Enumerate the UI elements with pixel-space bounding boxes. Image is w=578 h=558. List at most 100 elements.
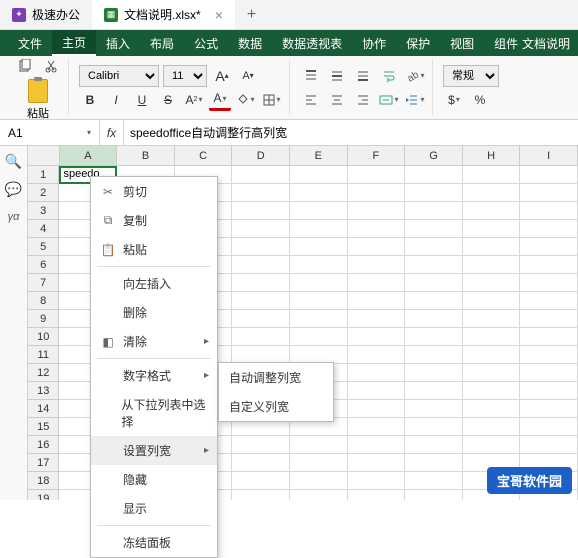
- row-header[interactable]: 4: [28, 220, 59, 238]
- col-header-e[interactable]: E: [290, 146, 348, 166]
- cell[interactable]: [290, 274, 348, 292]
- align-center-button[interactable]: [326, 89, 348, 111]
- cell[interactable]: [463, 220, 521, 238]
- cell[interactable]: [232, 436, 290, 454]
- cell[interactable]: [348, 346, 406, 364]
- ctx-custom-col-width[interactable]: 自定义列宽: [219, 392, 333, 421]
- new-tab-button[interactable]: +: [235, 6, 268, 24]
- align-top-button[interactable]: [300, 65, 322, 87]
- cell[interactable]: [520, 220, 578, 238]
- cell[interactable]: [348, 472, 406, 490]
- row-header[interactable]: 7: [28, 274, 59, 292]
- cell[interactable]: [520, 310, 578, 328]
- cell[interactable]: [405, 166, 463, 184]
- fx-icon[interactable]: fx: [100, 120, 124, 145]
- row-header[interactable]: 14: [28, 400, 59, 418]
- merge-button[interactable]: ▾: [378, 89, 400, 111]
- menu-collab[interactable]: 协作: [352, 30, 396, 56]
- cell[interactable]: [290, 184, 348, 202]
- cell[interactable]: [290, 310, 348, 328]
- cell[interactable]: [290, 166, 348, 184]
- percent-button[interactable]: %: [469, 89, 491, 111]
- menu-pivot[interactable]: 数据透视表: [272, 30, 352, 56]
- cell[interactable]: [463, 346, 521, 364]
- font-size-select[interactable]: 11: [163, 65, 207, 87]
- cell[interactable]: [348, 274, 406, 292]
- cell[interactable]: [520, 184, 578, 202]
- cell[interactable]: [463, 166, 521, 184]
- ctx-clear[interactable]: ◧清除▸: [91, 327, 217, 356]
- cell[interactable]: [348, 418, 406, 436]
- cell[interactable]: [520, 346, 578, 364]
- cell[interactable]: [290, 472, 348, 490]
- cell[interactable]: [463, 328, 521, 346]
- cell[interactable]: [463, 238, 521, 256]
- cell[interactable]: [405, 418, 463, 436]
- row-header[interactable]: 11: [28, 346, 59, 364]
- search-icon[interactable]: 🔍: [5, 152, 23, 170]
- cell[interactable]: [232, 166, 290, 184]
- cell[interactable]: [520, 382, 578, 400]
- ctx-set-col-width[interactable]: 设置列宽▸: [91, 436, 217, 465]
- cell[interactable]: [405, 238, 463, 256]
- col-header-i[interactable]: I: [520, 146, 578, 166]
- menu-formula[interactable]: 公式: [184, 30, 228, 56]
- cell[interactable]: [348, 328, 406, 346]
- row-header[interactable]: 1: [28, 166, 59, 184]
- cell[interactable]: [463, 256, 521, 274]
- cell[interactable]: [348, 490, 406, 500]
- menu-data[interactable]: 数据: [228, 30, 272, 56]
- cell[interactable]: [290, 490, 348, 500]
- ctx-delete[interactable]: 删除: [91, 298, 217, 327]
- cell[interactable]: [405, 328, 463, 346]
- cell[interactable]: [405, 382, 463, 400]
- ctx-show[interactable]: 显示: [91, 494, 217, 523]
- cell[interactable]: [405, 346, 463, 364]
- row-header[interactable]: 10: [28, 328, 59, 346]
- row-header[interactable]: 15: [28, 418, 59, 436]
- cell[interactable]: [463, 274, 521, 292]
- cell[interactable]: [232, 310, 290, 328]
- currency-button[interactable]: $▾: [443, 89, 465, 111]
- cell[interactable]: [232, 490, 290, 500]
- col-header-b[interactable]: B: [117, 146, 175, 166]
- cell[interactable]: [348, 364, 406, 382]
- cell[interactable]: [290, 454, 348, 472]
- row-header[interactable]: 19: [28, 490, 59, 500]
- cell[interactable]: [463, 184, 521, 202]
- font-decrease-button[interactable]: A▾: [237, 65, 259, 87]
- row-header[interactable]: 17: [28, 454, 59, 472]
- ctx-insert-left[interactable]: 向左插入: [91, 269, 217, 298]
- row-header[interactable]: 18: [28, 472, 59, 490]
- cell[interactable]: [232, 220, 290, 238]
- cell[interactable]: [348, 220, 406, 238]
- cell[interactable]: [520, 418, 578, 436]
- menu-file[interactable]: 文件: [8, 30, 52, 56]
- row-header[interactable]: 6: [28, 256, 59, 274]
- ctx-num-format[interactable]: 数字格式▸: [91, 361, 217, 390]
- cell[interactable]: [348, 292, 406, 310]
- cell[interactable]: [348, 166, 406, 184]
- col-header-g[interactable]: G: [405, 146, 463, 166]
- cell[interactable]: [290, 202, 348, 220]
- cell[interactable]: [290, 238, 348, 256]
- spell-icon[interactable]: γα: [5, 208, 23, 226]
- cell[interactable]: [348, 238, 406, 256]
- ctx-pick-from-list[interactable]: 从下拉列表中选择: [91, 390, 217, 436]
- cell[interactable]: [348, 256, 406, 274]
- cell[interactable]: [290, 292, 348, 310]
- cell[interactable]: [232, 202, 290, 220]
- number-format-select[interactable]: 常规: [443, 65, 499, 87]
- cell[interactable]: [463, 292, 521, 310]
- formula-input[interactable]: [124, 120, 578, 145]
- underline-button[interactable]: U: [131, 89, 153, 111]
- cell[interactable]: [232, 472, 290, 490]
- cell[interactable]: [405, 436, 463, 454]
- italic-button[interactable]: I: [105, 89, 127, 111]
- borders-button[interactable]: ▾: [261, 89, 283, 111]
- font-increase-button[interactable]: A▴: [211, 65, 233, 87]
- cell[interactable]: [405, 256, 463, 274]
- cell[interactable]: [290, 436, 348, 454]
- cell[interactable]: [232, 292, 290, 310]
- strikethrough-button[interactable]: S: [157, 89, 179, 111]
